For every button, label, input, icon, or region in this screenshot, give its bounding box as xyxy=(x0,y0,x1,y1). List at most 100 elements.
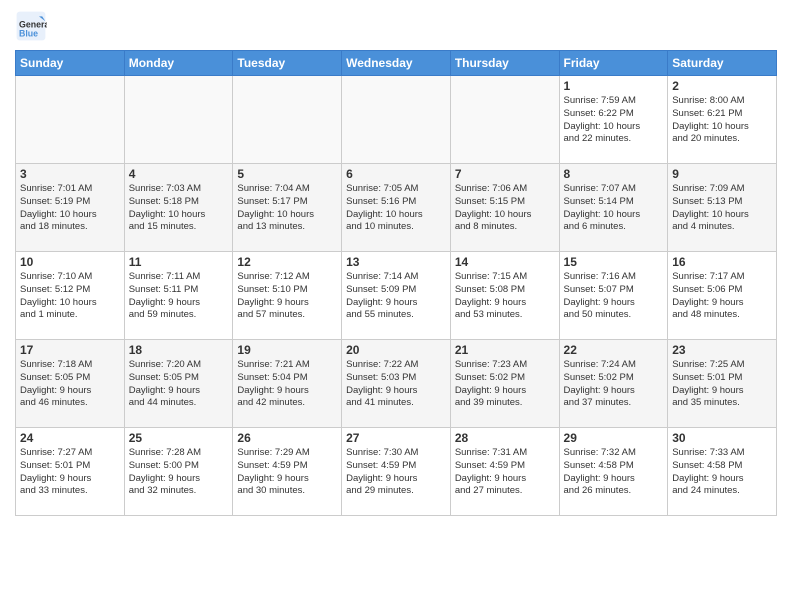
day-info: Sunrise: 7:23 AMSunset: 5:02 PMDaylight:… xyxy=(455,359,555,410)
day-info: Sunrise: 7:32 AMSunset: 4:58 PMDaylight:… xyxy=(564,447,664,498)
day-info: Sunrise: 7:59 AMSunset: 6:22 PMDaylight:… xyxy=(564,95,664,146)
week-row-2: 3Sunrise: 7:01 AMSunset: 5:19 PMDaylight… xyxy=(16,164,777,252)
day-number: 11 xyxy=(129,255,229,269)
day-number: 15 xyxy=(564,255,664,269)
day-info: Sunrise: 7:27 AMSunset: 5:01 PMDaylight:… xyxy=(20,447,120,498)
day-info: Sunrise: 7:24 AMSunset: 5:02 PMDaylight:… xyxy=(564,359,664,410)
day-number: 24 xyxy=(20,431,120,445)
day-cell: 28Sunrise: 7:31 AMSunset: 4:59 PMDayligh… xyxy=(450,428,559,516)
calendar-table: SundayMondayTuesdayWednesdayThursdayFrid… xyxy=(15,50,777,516)
day-info: Sunrise: 7:03 AMSunset: 5:18 PMDaylight:… xyxy=(129,183,229,234)
col-header-wednesday: Wednesday xyxy=(342,51,451,76)
day-cell: 24 Sunrise: 7:27 AMSunset: 5:01 PMDayligh… xyxy=(16,428,125,516)
day-number: 8 xyxy=(564,167,664,181)
day-cell xyxy=(124,76,233,164)
day-cell: 23Sunrise: 7:25 AMSunset: 5:01 PMDayligh… xyxy=(668,340,777,428)
day-info: Sunrise: 7:17 AMSunset: 5:06 PMDaylight:… xyxy=(672,271,772,322)
day-info: Sunrise: 7:11 AMSunset: 5:11 PMDaylight:… xyxy=(129,271,229,322)
day-info: Sunrise: 7:25 AMSunset: 5:01 PMDaylight:… xyxy=(672,359,772,410)
day-cell: 10 Sunrise: 7:10 AMSunset: 5:12 PMDayligh… xyxy=(16,252,125,340)
day-number: 13 xyxy=(346,255,446,269)
header: General Blue xyxy=(15,10,777,42)
day-number: 12 xyxy=(237,255,337,269)
day-info: Sunrise: 7:18 AMSunset: 5:05 PMDaylight:… xyxy=(20,359,120,410)
logo-icon: General Blue xyxy=(15,10,47,42)
day-info: Sunrise: 7:20 AMSunset: 5:05 PMDaylight:… xyxy=(129,359,229,410)
day-cell: 27Sunrise: 7:30 AMSunset: 4:59 PMDayligh… xyxy=(342,428,451,516)
svg-text:Blue: Blue xyxy=(19,28,38,38)
day-info: Sunrise: 7:10 AMSunset: 5:12 PMDaylight:… xyxy=(20,271,120,322)
day-cell: 18 Sunrise: 7:20 AMSunset: 5:05 PMDayligh… xyxy=(124,340,233,428)
col-header-tuesday: Tuesday xyxy=(233,51,342,76)
day-cell: 2 Sunrise: 8:00 AMSunset: 6:21 PMDaylight… xyxy=(668,76,777,164)
day-info: Sunrise: 7:33 AMSunset: 4:58 PMDaylight:… xyxy=(672,447,772,498)
day-number: 5 xyxy=(237,167,337,181)
day-cell: 19 Sunrise: 7:21 AMSunset: 5:04 PMDayligh… xyxy=(233,340,342,428)
day-cell: 16 Sunrise: 7:17 AMSunset: 5:06 PMDayligh… xyxy=(668,252,777,340)
day-cell: 25Sunrise: 7:28 AMSunset: 5:00 PMDayligh… xyxy=(124,428,233,516)
day-info: Sunrise: 7:22 AMSunset: 5:03 PMDaylight:… xyxy=(346,359,446,410)
day-cell: 7Sunrise: 7:06 AMSunset: 5:15 PMDaylight… xyxy=(450,164,559,252)
day-number: 1 xyxy=(564,79,664,93)
day-number: 28 xyxy=(455,431,555,445)
day-cell: 5 Sunrise: 7:04 AMSunset: 5:17 PMDaylight… xyxy=(233,164,342,252)
day-number: 16 xyxy=(672,255,772,269)
day-info: Sunrise: 7:12 AMSunset: 5:10 PMDaylight:… xyxy=(237,271,337,322)
day-info: Sunrise: 7:07 AMSunset: 5:14 PMDaylight:… xyxy=(564,183,664,234)
day-cell: 8 Sunrise: 7:07 AMSunset: 5:14 PMDaylight… xyxy=(559,164,668,252)
day-number: 30 xyxy=(672,431,772,445)
day-number: 26 xyxy=(237,431,337,445)
day-number: 2 xyxy=(672,79,772,93)
day-number: 17 xyxy=(20,343,120,357)
day-number: 14 xyxy=(455,255,555,269)
day-info: Sunrise: 7:30 AMSunset: 4:59 PMDaylight:… xyxy=(346,447,446,498)
week-row-5: 24 Sunrise: 7:27 AMSunset: 5:01 PMDayligh… xyxy=(16,428,777,516)
day-cell: 4 Sunrise: 7:03 AMSunset: 5:18 PMDaylight… xyxy=(124,164,233,252)
day-number: 21 xyxy=(455,343,555,357)
day-info: Sunrise: 7:04 AMSunset: 5:17 PMDaylight:… xyxy=(237,183,337,234)
day-number: 20 xyxy=(346,343,446,357)
day-cell xyxy=(342,76,451,164)
day-cell xyxy=(450,76,559,164)
day-cell: 22 Sunrise: 7:24 AMSunset: 5:02 PMDayligh… xyxy=(559,340,668,428)
day-cell: 6 Sunrise: 7:05 AMSunset: 5:16 PMDaylight… xyxy=(342,164,451,252)
day-info: Sunrise: 7:16 AMSunset: 5:07 PMDaylight:… xyxy=(564,271,664,322)
day-cell: 9 Sunrise: 7:09 AMSunset: 5:13 PMDaylight… xyxy=(668,164,777,252)
day-info: Sunrise: 7:14 AMSunset: 5:09 PMDaylight:… xyxy=(346,271,446,322)
day-number: 6 xyxy=(346,167,446,181)
day-cell xyxy=(233,76,342,164)
day-info: Sunrise: 7:09 AMSunset: 5:13 PMDaylight:… xyxy=(672,183,772,234)
day-info: Sunrise: 7:05 AMSunset: 5:16 PMDaylight:… xyxy=(346,183,446,234)
day-info: Sunrise: 7:21 AMSunset: 5:04 PMDaylight:… xyxy=(237,359,337,410)
day-cell: 13 Sunrise: 7:14 AMSunset: 5:09 PMDayligh… xyxy=(342,252,451,340)
day-cell: 17 Sunrise: 7:18 AMSunset: 5:05 PMDayligh… xyxy=(16,340,125,428)
col-header-sunday: Sunday xyxy=(16,51,125,76)
day-cell: 20 Sunrise: 7:22 AMSunset: 5:03 PMDayligh… xyxy=(342,340,451,428)
day-cell: 1 Sunrise: 7:59 AMSunset: 6:22 PMDaylight… xyxy=(559,76,668,164)
day-number: 29 xyxy=(564,431,664,445)
col-header-friday: Friday xyxy=(559,51,668,76)
day-info: Sunrise: 7:06 AMSunset: 5:15 PMDaylight:… xyxy=(455,183,555,234)
day-number: 4 xyxy=(129,167,229,181)
day-info: Sunrise: 7:29 AMSunset: 4:59 PMDaylight:… xyxy=(237,447,337,498)
column-header-row: SundayMondayTuesdayWednesdayThursdayFrid… xyxy=(16,51,777,76)
day-number: 10 xyxy=(20,255,120,269)
day-cell: 26 Sunrise: 7:29 AMSunset: 4:59 PMDayligh… xyxy=(233,428,342,516)
day-cell: 29 Sunrise: 7:32 AMSunset: 4:58 PMDayligh… xyxy=(559,428,668,516)
day-cell: 21 Sunrise: 7:23 AMSunset: 5:02 PMDayligh… xyxy=(450,340,559,428)
day-info: Sunrise: 7:28 AMSunset: 5:00 PMDaylight:… xyxy=(129,447,229,498)
col-header-saturday: Saturday xyxy=(668,51,777,76)
day-number: 18 xyxy=(129,343,229,357)
day-cell: 30 Sunrise: 7:33 AMSunset: 4:58 PMDayligh… xyxy=(668,428,777,516)
day-cell: 14 Sunrise: 7:15 AMSunset: 5:08 PMDayligh… xyxy=(450,252,559,340)
day-info: Sunrise: 7:15 AMSunset: 5:08 PMDaylight:… xyxy=(455,271,555,322)
day-number: 19 xyxy=(237,343,337,357)
day-cell: 3Sunrise: 7:01 AMSunset: 5:19 PMDaylight… xyxy=(16,164,125,252)
day-number: 9 xyxy=(672,167,772,181)
page: General Blue SundayMondayTuesdayWednesda… xyxy=(0,0,792,612)
day-cell: 11 Sunrise: 7:11 AMSunset: 5:11 PMDayligh… xyxy=(124,252,233,340)
day-number: 22 xyxy=(564,343,664,357)
day-info: Sunrise: 8:00 AMSunset: 6:21 PMDaylight:… xyxy=(672,95,772,146)
week-row-1: 1 Sunrise: 7:59 AMSunset: 6:22 PMDaylight… xyxy=(16,76,777,164)
col-header-monday: Monday xyxy=(124,51,233,76)
